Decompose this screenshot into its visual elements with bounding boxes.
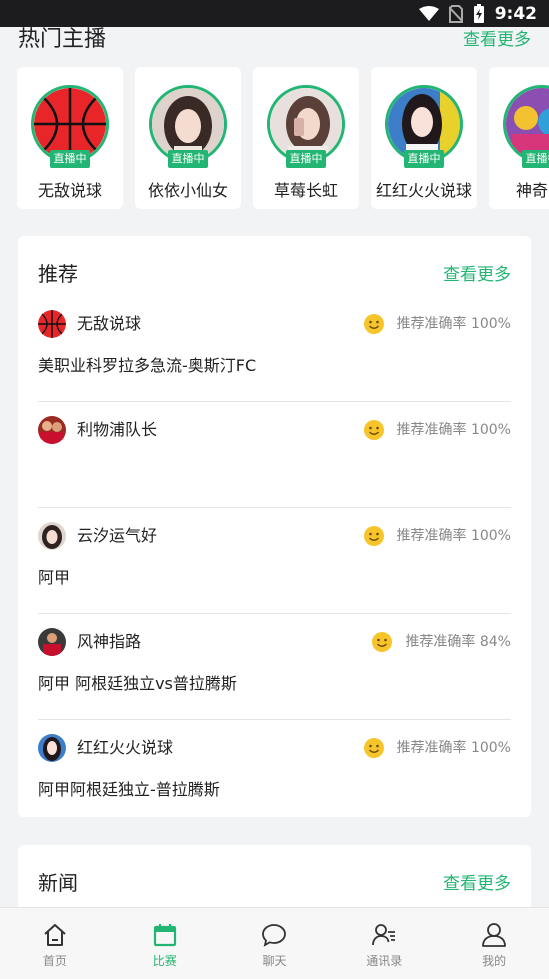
nav-contacts[interactable]: 通讯录 [329, 908, 439, 979]
news-card: 新闻 查看更多 [18, 845, 531, 915]
status-time: 9:42 [494, 3, 537, 24]
nav-contacts-label: 通讯录 [366, 954, 403, 968]
profile-icon [482, 923, 506, 947]
host-name: 无敌说球 [37, 181, 102, 200]
nav-chat[interactable]: 聊天 [220, 908, 330, 979]
host-name: 神奇Sa [516, 181, 549, 200]
host-card[interactable]: 直播中 红红火火说球 [371, 67, 477, 209]
live-badge: 直播中 [168, 150, 208, 168]
live-badge: 直播中 [286, 150, 326, 168]
live-badge: 直播中 [404, 150, 444, 168]
bottom-nav: 首页 比赛 聊天 通讯录 我的 [0, 907, 549, 979]
recommend-item[interactable]: 云汐运气好 推荐准确率 100% 阿甲 [38, 508, 511, 614]
news-header: 新闻 查看更多 [38, 867, 511, 896]
rec-name: 无敌说球 [77, 314, 142, 333]
smile-icon [364, 738, 384, 758]
nav-profile[interactable]: 我的 [439, 908, 549, 979]
recommend-item[interactable]: 风神指路 推荐准确率 84% 阿甲 阿根廷独立vs普拉腾斯 [38, 614, 511, 720]
host-card[interactable]: 直播中 草莓长虹 [253, 67, 359, 209]
smile-icon [364, 526, 384, 546]
rec-rate: 推荐准确率 100% [396, 528, 511, 544]
nav-match-label: 比赛 [152, 954, 177, 968]
rec-rate: 推荐准确率 100% [396, 422, 511, 438]
host-name: 草莓长虹 [273, 181, 338, 200]
recommend-header: 推荐 查看更多 [38, 258, 511, 287]
host-card[interactable]: 直播中 神奇Sa [489, 67, 549, 209]
rec-rate: 推荐准确率 84% [405, 634, 511, 650]
rec-match: 阿甲 阿根廷独立vs普拉腾斯 [38, 674, 237, 693]
host-card[interactable]: 直播中 依依小仙女 [135, 67, 241, 209]
no-sim-icon [448, 4, 463, 23]
nav-profile-label: 我的 [482, 954, 507, 968]
nav-match[interactable]: 比赛 [110, 908, 220, 979]
rec-rate: 推荐准确率 100% [396, 316, 511, 332]
nav-home-label: 首页 [42, 954, 67, 968]
rec-avatar [38, 310, 66, 338]
host-name: 红红火火说球 [375, 181, 472, 200]
contacts-icon [372, 924, 396, 946]
rec-match: 阿甲 [38, 568, 71, 587]
chat-icon [262, 924, 287, 947]
hot-hosts-list: 直播中 无敌说球 直播中 依依小仙女 直播中 草莓长虹 直播中 红红火火说球 直… [17, 67, 549, 209]
host-name: 依依小仙女 [147, 181, 228, 200]
recommend-item[interactable]: 红红火火说球 推荐准确率 100% 阿甲阿根廷独立-普拉腾斯 [38, 720, 511, 826]
wifi-icon [418, 5, 439, 21]
rec-rate: 推荐准确率 100% [396, 740, 511, 756]
host-card[interactable]: 直播中 无敌说球 [17, 67, 123, 209]
nav-chat-label: 聊天 [262, 954, 287, 968]
rec-avatar [38, 734, 66, 762]
recommend-item[interactable]: 无敌说球 推荐准确率 100% 美职业科罗拉多急流-奥斯汀FC [38, 296, 511, 402]
live-badge: 直播中 [50, 150, 90, 168]
rec-match: 美职业科罗拉多急流-奥斯汀FC [38, 356, 257, 375]
smile-icon [372, 632, 392, 652]
live-badge: 直播中 [522, 150, 549, 168]
smile-icon [364, 420, 384, 440]
rec-avatar [38, 628, 66, 656]
news-title: 新闻 [38, 871, 78, 895]
hot-hosts-title: 热门主播 [18, 27, 107, 52]
rec-name: 利物浦队长 [77, 420, 158, 439]
recommend-more-link[interactable]: 查看更多 [443, 260, 511, 285]
recommend-item[interactable]: 利物浦队长 推荐准确率 100% [38, 402, 511, 508]
home-icon [44, 924, 66, 946]
rec-name: 红红火火说球 [77, 738, 174, 757]
nav-home[interactable]: 首页 [0, 908, 110, 979]
calendar-icon [153, 924, 176, 947]
rec-name: 云汐运气好 [77, 526, 158, 545]
rec-name: 风神指路 [77, 632, 142, 651]
hot-hosts-more-link[interactable]: 查看更多 [463, 25, 531, 50]
rec-avatar [38, 416, 66, 444]
rec-match: 阿甲阿根廷独立-普拉腾斯 [38, 780, 220, 799]
recommend-card: 推荐 查看更多 无敌说球 推荐准确率 100% 美职业科罗拉多急流-奥斯汀FC … [18, 236, 531, 817]
news-more-link[interactable]: 查看更多 [443, 869, 511, 894]
hot-hosts-header: 热门主播 查看更多 [18, 22, 531, 52]
rec-avatar [38, 522, 66, 550]
recommend-title: 推荐 [38, 262, 78, 286]
smile-icon [364, 314, 384, 334]
battery-icon [473, 3, 484, 23]
